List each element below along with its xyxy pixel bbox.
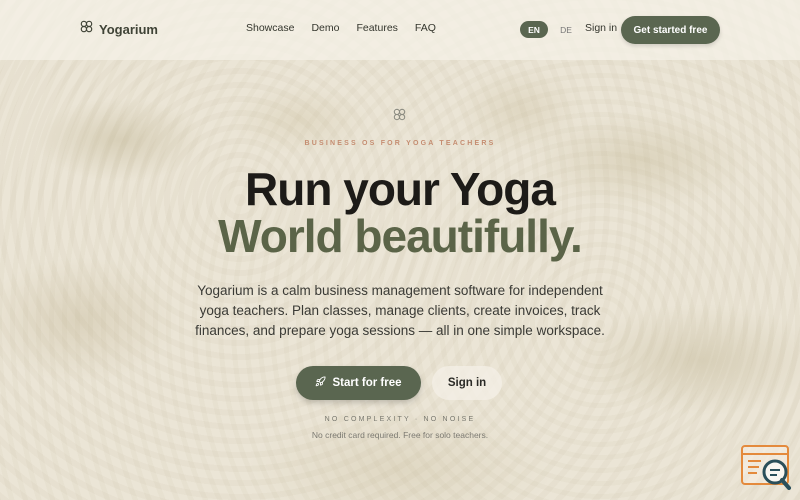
rocket-icon xyxy=(315,376,327,390)
nav-signin-link[interactable]: Sign in xyxy=(585,22,617,34)
hero-signin-button[interactable]: Sign in xyxy=(432,366,502,400)
chat-search-widget[interactable] xyxy=(741,445,791,490)
yoga-flower-icon xyxy=(393,108,406,126)
hero-description: Yogarium is a calm business management s… xyxy=(195,283,605,338)
nav-link-demo[interactable]: Demo xyxy=(311,22,339,34)
brand-name: Yogarium xyxy=(99,21,158,37)
lang-en-button[interactable]: EN xyxy=(520,21,548,38)
chat-search-icon xyxy=(741,445,791,494)
start-for-free-label: Start for free xyxy=(332,377,402,389)
nav-link-features[interactable]: Features xyxy=(356,22,397,34)
brand[interactable]: Yogarium xyxy=(80,20,158,38)
hero-eyebrow: BUSINESS OS FOR YOGA TEACHERS xyxy=(304,140,496,147)
hero-note: No credit card required. Free for solo t… xyxy=(311,430,489,440)
language-switcher: EN DE xyxy=(520,21,578,38)
main-nav: Showcase Demo Features FAQ xyxy=(246,22,436,34)
hero-title-line1: Run your Yoga xyxy=(245,163,556,215)
top-navbar: Yogarium Showcase Demo Features FAQ EN D… xyxy=(0,0,800,60)
nav-link-showcase[interactable]: Showcase xyxy=(246,22,294,34)
hero-tagline: NO COMPLEXITY · NO NOISE xyxy=(324,416,476,423)
start-for-free-button[interactable]: Start for free xyxy=(296,366,421,400)
get-started-button[interactable]: Get started free xyxy=(621,16,720,44)
yoga-flower-icon xyxy=(80,20,93,38)
lang-de-button[interactable]: DE xyxy=(554,25,578,35)
nav-link-faq[interactable]: FAQ xyxy=(415,22,436,34)
hero-title-line2: World beautifully. xyxy=(218,210,583,262)
